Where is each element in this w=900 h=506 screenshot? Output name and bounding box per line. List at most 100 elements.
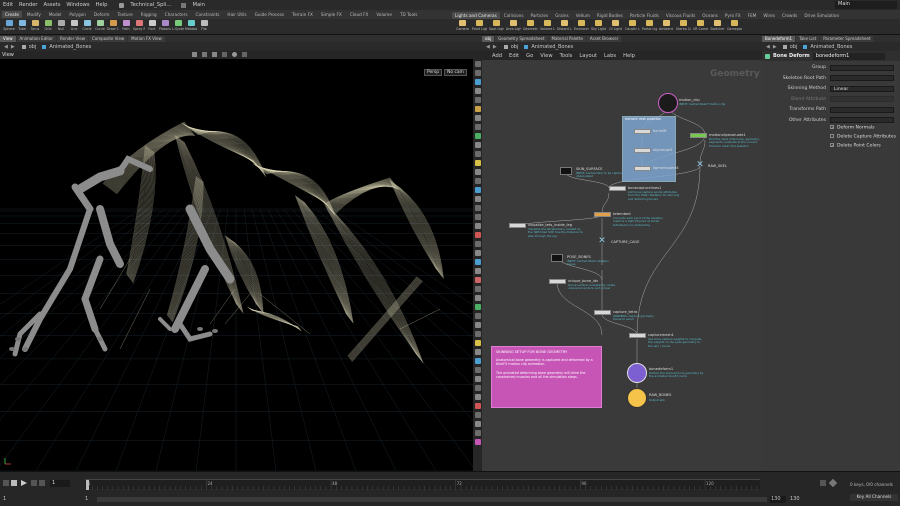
shelf-tool-4[interactable]: Null [55,20,67,31]
display-option-icon[interactable] [474,70,481,76]
shelf-light-tool-16[interactable]: Gamepad Camera [727,20,742,31]
display-option-icon[interactable] [474,349,481,355]
shelf-tab-right-4[interactable]: Vellum [573,12,593,19]
display-option-icon[interactable] [474,403,481,409]
desktop-right[interactable]: Main [835,1,897,9]
menu-help[interactable]: Help [96,2,108,8]
display-option-icon[interactable] [474,385,481,391]
display-option-icon[interactable] [474,205,481,211]
display-option-icon[interactable] [474,187,481,193]
checkbox-icon[interactable]: ✓ [830,125,834,130]
display-option-icon[interactable] [474,241,481,247]
network-editor[interactable]: Geometry extract rest position motion_cl… [482,60,762,471]
display-option-icon[interactable] [474,232,481,238]
shelf-tool-2[interactable]: Torus [29,20,41,31]
net-menu-2[interactable]: Go [526,53,533,59]
display-option-icon[interactable] [474,61,481,67]
shelf-tab-11[interactable]: Terrain FX [289,11,316,18]
visualize-node[interactable] [509,223,526,228]
shelf-light-tool-6[interactable]: Distant Light [557,20,572,31]
display-option-icon[interactable] [474,376,481,382]
pane_tabs_params-tab-1[interactable]: Take List [796,35,820,42]
snap-icon[interactable] [192,52,197,57]
shelf-tab-8[interactable]: Constraints [193,11,223,18]
param-check-0[interactable]: ✓ Deform Normals [830,125,875,131]
shelf-tab-6[interactable]: Rigging [138,11,160,18]
back-arrow-icon[interactable]: ◀ [4,44,8,50]
bonecapturelines-node[interactable] [609,186,626,191]
pane_tabs_viewer-tab-1[interactable]: Animation Editor [16,35,57,42]
shelf-tab-13[interactable]: Cloud FX [347,11,372,18]
shelf-tool-13[interactable]: L-System [172,20,184,31]
capturemesh-node[interactable] [629,333,646,338]
pane_tabs_params-tab-2[interactable]: Parameter Spreadsheet [820,35,874,42]
net-back-icon[interactable]: ◀ [486,44,490,50]
shelf-light-tool-10[interactable]: Caustic Light [625,20,640,31]
node-name-field[interactable]: bonedeform1 [812,52,885,60]
shelf-light-tool-7[interactable]: Environment Light [574,20,589,31]
frame-end[interactable]: 130 [770,496,786,503]
net-menu-7[interactable]: Help [623,53,635,59]
display-option-icon[interactable] [474,412,481,418]
end-icon[interactable] [39,480,45,486]
param-field-2[interactable]: Linear [830,85,894,92]
shelf-light-tool-8[interactable]: Sky Light [591,20,606,31]
shelf-tab-5[interactable]: Texture [114,11,135,18]
shelf-tab-2[interactable]: Model [46,11,65,18]
checkbox-icon[interactable] [830,134,834,138]
shelf-tool-7[interactable]: Curve [94,20,106,31]
ligmentspect-node[interactable] [634,166,651,171]
shelf-light-tool-3[interactable]: Area Light [506,20,521,31]
unique-bone-node[interactable] [549,279,566,284]
display-option-icon[interactable] [474,259,481,265]
bonedeform-node[interactable] [627,363,647,383]
display-option-icon[interactable] [474,421,481,427]
shelf-tab-9[interactable]: Hair Utils [224,11,249,18]
shelf-tab-3[interactable]: Polygon [66,11,88,18]
display-option-icon[interactable] [474,196,481,202]
shelf-tab-1[interactable]: Modify [24,11,44,18]
shelf-tool-3[interactable]: Grid [42,20,54,31]
shelf-tool-10[interactable]: Spray Paint [133,20,145,31]
display-option-icon[interactable] [474,394,481,400]
param-field-4[interactable] [830,106,894,113]
current-frame-field[interactable]: 1 [50,480,70,487]
pane_tabs_viewer-tab-2[interactable]: Render View [57,35,89,42]
persp-menu[interactable]: Persp [424,69,443,76]
shelf-tool-9[interactable]: Path [120,20,132,31]
shelf-tab-right-1[interactable]: Collisions [501,12,527,19]
skin-surface-node[interactable] [560,167,572,175]
realtime-icon[interactable] [3,480,9,486]
display-option-icon[interactable] [474,97,481,103]
shelf-tab-right-0[interactable]: Lights and Cameras [452,11,500,19]
shelf-tab-right-6[interactable]: Particle Fluids [627,12,662,19]
display-option-icon[interactable] [474,331,481,337]
menu-render[interactable]: Render [19,2,37,8]
shelf-light-tool-11[interactable]: Portal Light [642,20,657,31]
net-menu-6[interactable]: Labs [604,53,616,59]
shelf-tab-right-11[interactable]: Wires [760,12,778,19]
key-all-channels[interactable]: Key All Channels [850,494,898,501]
param-field-5[interactable] [830,117,894,123]
shelf-tab-right-5[interactable]: Rigid Bodies [594,12,626,19]
shelf-light-tool-2[interactable]: Spot Light [489,20,504,31]
param-field-1[interactable] [830,75,894,81]
display-option-icon[interactable] [474,151,481,157]
param-check-2[interactable]: ✓ Delete Point Colors [830,143,881,149]
net-menu-3[interactable]: View [540,53,552,59]
param-forward-icon[interactable]: ▶ [773,44,777,50]
display-option-icon[interactable] [474,133,481,139]
pane_tabs_viewer-tab-4[interactable]: Motion FX View [128,35,165,42]
menu-edit[interactable]: Edit [3,2,13,8]
viewer-path-obj[interactable]: obj [29,44,37,50]
shelf-tool-1[interactable]: Tube [16,20,28,31]
shelf-tool-5[interactable]: Line [68,20,80,31]
shelf-tool-11[interactable]: Font [146,20,158,31]
shelf-tab-right-10[interactable]: FEM [745,12,760,19]
shelf-tab-0[interactable]: Create [2,11,22,18]
param-path-node[interactable]: Animated_Bones [810,44,852,50]
shelf-tab-14[interactable]: Volume [373,11,395,18]
shelf-tab-right-3[interactable]: Grains [552,12,572,19]
shelf-tool-12[interactable]: Platonic Solids [159,20,171,31]
shelf-tab-7[interactable]: Characters [162,11,191,18]
